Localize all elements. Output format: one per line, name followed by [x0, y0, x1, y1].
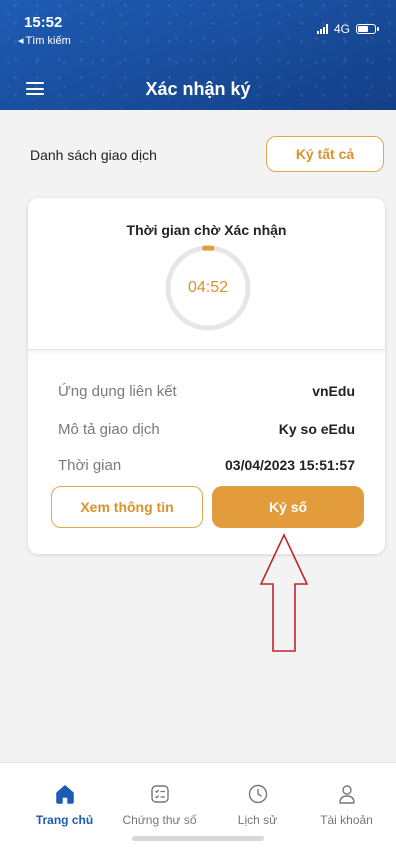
countdown-value: 04:52: [187, 279, 229, 296]
transaction-list-title: Danh sách giao dịch: [30, 147, 157, 163]
home-icon: [54, 783, 76, 805]
nav-item-account[interactable]: Tài khoản: [297, 763, 396, 833]
certificate-icon: [149, 783, 171, 805]
time-row: Thời gian 03/04/2023 15:51:57: [58, 455, 355, 475]
status-time: 15:52: [24, 14, 63, 31]
up-arrow-annotation-icon: [259, 533, 309, 652]
page-title: Xác nhận ký: [145, 79, 251, 99]
sign-all-button[interactable]: Ký tất cả: [266, 136, 384, 172]
status-indicators: 4G: [316, 22, 379, 36]
nav-item-certificates[interactable]: Chứng thư số: [110, 763, 209, 833]
linked-app-label: Ứng dụng liên kết: [58, 382, 177, 400]
nav-label-certificates: Chứng thư số: [122, 813, 197, 827]
nav-label-account: Tài khoản: [320, 813, 373, 827]
view-info-button[interactable]: Xem thông tin: [51, 486, 203, 528]
nav-item-home[interactable]: Trang chủ: [15, 763, 114, 833]
back-triangle-icon: ◂: [18, 35, 24, 47]
home-indicator-bar: [132, 836, 264, 841]
user-icon: [336, 783, 358, 805]
nav-item-history[interactable]: Lịch sử: [208, 763, 307, 833]
linked-app-row: Ứng dụng liên kết vnEdu: [58, 381, 355, 401]
clock-icon: [247, 783, 269, 805]
nav-label-home: Trang chủ: [35, 813, 94, 827]
description-value: Ky so eEdu: [278, 421, 355, 437]
time-label: Thời gian: [58, 456, 122, 474]
countdown-section: Thời gian chờ Xác nhận 04:52: [28, 198, 385, 350]
transaction-card: Thời gian chờ Xác nhận 04:52 Ứng dụng li…: [28, 198, 385, 554]
screen: 15:52 ◂ Tìm kiếm 4G Xác nhận ký Danh sác…: [0, 0, 396, 852]
linked-app-value: vnEdu: [312, 383, 355, 399]
description-row: Mô tả giao dịch Ky so eEdu: [58, 419, 355, 439]
description-label: Mô tả giao dịch: [58, 420, 160, 438]
signal-icon: [316, 24, 328, 34]
time-value: 03/04/2023 15:51:57: [225, 457, 355, 473]
battery-icon: [356, 24, 379, 34]
network-type: 4G: [333, 22, 350, 36]
sign-button[interactable]: Ký số: [212, 486, 364, 528]
countdown-title: Thời gian chờ Xác nhận: [126, 222, 287, 238]
app-header: 15:52 ◂ Tìm kiếm 4G Xác nhận ký: [0, 0, 396, 110]
status-back-label: Tìm kiếm: [25, 34, 71, 47]
nav-label-history: Lịch sử: [237, 813, 278, 827]
status-back-link[interactable]: ◂ Tìm kiếm: [18, 34, 71, 48]
